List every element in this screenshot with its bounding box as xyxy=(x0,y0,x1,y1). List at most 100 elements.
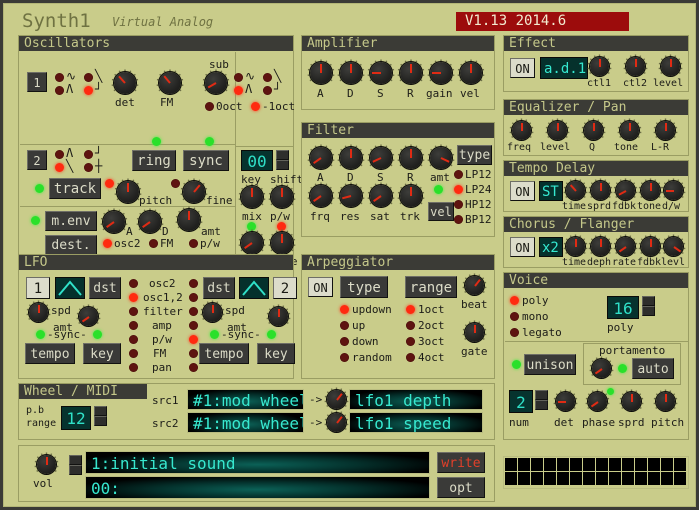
voice-mono-led[interactable] xyxy=(510,312,519,321)
eq-tone-knob[interactable] xyxy=(620,121,639,140)
osc1-wave-sine-led[interactable] xyxy=(55,73,64,82)
poly-spinner[interactable] xyxy=(642,296,655,316)
sub-wave-saw-led[interactable] xyxy=(263,73,272,82)
keyboard-cell[interactable] xyxy=(635,472,647,485)
filter-trk-knob[interactable] xyxy=(400,185,422,207)
filter-r-knob[interactable] xyxy=(400,147,422,169)
pb-range-spinner[interactable] xyxy=(94,406,107,426)
osc1-det-knob[interactable] xyxy=(114,72,136,94)
keyboard-cell[interactable] xyxy=(531,472,543,485)
keyboard-cell[interactable] xyxy=(661,472,673,485)
arp-range-1oct-led[interactable] xyxy=(406,305,415,314)
arp-type-button[interactable]: type xyxy=(340,276,388,298)
arp-type-up-led[interactable] xyxy=(340,321,349,330)
patch-spinner-down[interactable] xyxy=(69,465,82,475)
sub-0oct-led[interactable] xyxy=(205,102,214,111)
lfo2-dest-pw-led[interactable] xyxy=(189,335,198,344)
sub-wave-tri-led[interactable] xyxy=(234,86,243,95)
unison-num-display[interactable]: 2 xyxy=(509,390,533,413)
osc2-number-button[interactable]: 2 xyxy=(27,150,47,170)
keyboard-cell[interactable] xyxy=(531,458,543,471)
unison-phase-led[interactable] xyxy=(607,388,614,395)
lfo1-dest-filter-led[interactable] xyxy=(129,307,138,316)
ring-button[interactable]: ring xyxy=(132,150,176,171)
delay-fdbk-knob[interactable] xyxy=(616,181,635,200)
filter-vel-button[interactable]: vel xyxy=(428,202,454,221)
unison-sprd-knob[interactable] xyxy=(622,392,641,411)
arp-on-button[interactable]: ON xyxy=(308,277,333,297)
pb-spinner-down[interactable] xyxy=(94,416,107,426)
lfo1-dest-pan-led[interactable] xyxy=(129,363,138,372)
pw-knob[interactable] xyxy=(271,186,293,208)
delay-time-knob[interactable] xyxy=(566,181,585,200)
eq-freq-knob[interactable] xyxy=(512,121,531,140)
keyboard-cell[interactable] xyxy=(505,458,517,471)
menv-button[interactable]: m.env xyxy=(45,211,97,231)
unison-pitch-knob[interactable] xyxy=(656,392,675,411)
chorus-levl-knob[interactable] xyxy=(664,237,683,256)
patch-spinner[interactable] xyxy=(69,455,82,475)
keyboard-cell[interactable] xyxy=(661,458,673,471)
filter-a-knob[interactable] xyxy=(310,147,332,169)
portamento-auto-button[interactable]: auto xyxy=(632,358,674,379)
osc1-fm-knob[interactable] xyxy=(159,72,181,94)
menv-a-knob[interactable] xyxy=(103,211,125,233)
chorus-mode-display[interactable]: x2 xyxy=(539,237,563,257)
filter-d-knob[interactable] xyxy=(340,147,362,169)
sync-button[interactable]: sync xyxy=(183,150,229,171)
sub-wave-sine-led[interactable] xyxy=(234,73,243,82)
lfo2-sync-led-left[interactable] xyxy=(210,330,219,339)
filter-vel-led[interactable] xyxy=(434,185,443,194)
phase-knob[interactable] xyxy=(241,232,263,254)
lfo2-waveform-display[interactable] xyxy=(239,277,269,299)
osc2-fine-led[interactable] xyxy=(171,179,180,188)
osc1-wave-square-led[interactable] xyxy=(84,86,93,95)
osc1-number-button[interactable]: 1 xyxy=(27,72,47,92)
menv-led[interactable] xyxy=(31,216,40,225)
filter-res-knob[interactable] xyxy=(340,185,362,207)
lfo2-dest-osc2-led[interactable] xyxy=(189,279,198,288)
menv-d-knob[interactable] xyxy=(139,211,161,233)
amp-r-knob[interactable] xyxy=(400,62,422,84)
keyboard-cell[interactable] xyxy=(518,458,530,471)
lfo2-dest-amp-led[interactable] xyxy=(189,321,198,330)
osc2-pitch-knob[interactable] xyxy=(117,181,139,203)
keyboard-cell[interactable] xyxy=(674,458,686,471)
pb-spinner-up[interactable] xyxy=(94,406,107,416)
write-button[interactable]: write xyxy=(437,452,485,473)
amp-s-knob[interactable] xyxy=(370,62,392,84)
lfo1-dest-osc2-led[interactable] xyxy=(129,279,138,288)
osc2-sync-led[interactable] xyxy=(205,137,214,146)
unison-det-knob[interactable] xyxy=(556,392,575,411)
lfo1-number-button[interactable]: 1 xyxy=(26,277,50,299)
shift-spinner-down[interactable] xyxy=(276,160,289,170)
src2-dest-display[interactable]: lfo1 speed xyxy=(349,412,483,433)
lfo1-dest-fm-led[interactable] xyxy=(129,349,138,358)
filter-amt-knob[interactable] xyxy=(430,147,452,169)
sub-wave-square-led[interactable] xyxy=(263,86,272,95)
arp-range-button[interactable]: range xyxy=(405,276,457,298)
eq-lr-knob[interactable] xyxy=(656,121,675,140)
lfo2-spd-knob[interactable] xyxy=(203,303,222,322)
poly-count-display[interactable]: 16 xyxy=(607,296,639,319)
keyboard-cell[interactable] xyxy=(609,458,621,471)
src1-source-display[interactable]: #1:mod wheel xyxy=(187,389,304,410)
keyboard-cell[interactable] xyxy=(570,458,582,471)
effect-ctl2-knob[interactable] xyxy=(626,57,645,76)
effect-ctl1-knob[interactable] xyxy=(590,57,609,76)
chorus-time-knob[interactable] xyxy=(566,237,585,256)
pb-range-display[interactable]: 12 xyxy=(61,406,91,430)
effect-level-knob[interactable] xyxy=(661,57,680,76)
shift-spinner[interactable] xyxy=(276,150,289,170)
unison-button[interactable]: unison xyxy=(524,354,576,375)
poly-spinner-down[interactable] xyxy=(642,306,655,316)
lfo2-tempo-button[interactable]: tempo xyxy=(199,343,249,364)
lfo1-amt-knob[interactable] xyxy=(79,307,98,326)
keyboard-cell[interactable] xyxy=(570,472,582,485)
menv-amt-knob[interactable] xyxy=(178,209,200,231)
unison-led[interactable] xyxy=(512,360,521,369)
lfo2-dest-pan-led[interactable] xyxy=(189,363,198,372)
src2-source-display[interactable]: #1:mod wheel xyxy=(187,412,304,433)
keyboard-cell[interactable] xyxy=(544,472,556,485)
osc2-wave-square-led[interactable] xyxy=(84,150,93,159)
